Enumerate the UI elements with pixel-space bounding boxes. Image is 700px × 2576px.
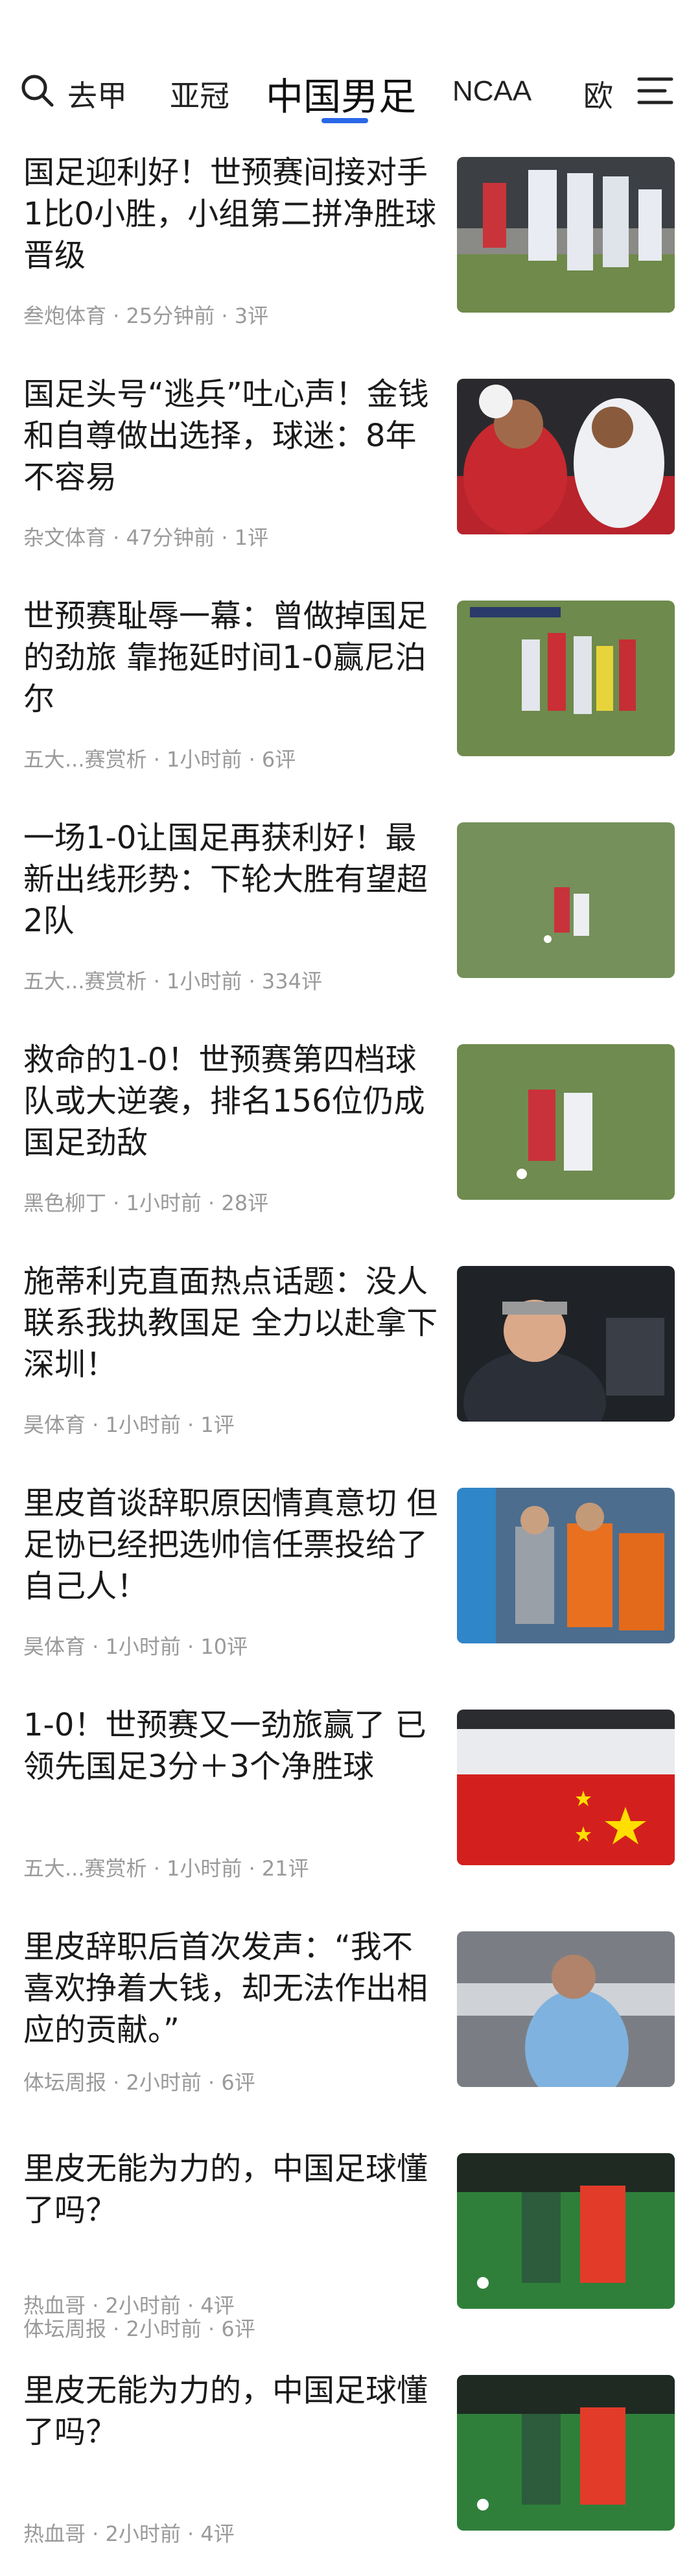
active-tab-indicator [321,118,368,123]
news-meta: 杂文体育 · 47分钟前 · 1评 [23,525,269,550]
news-thumbnail[interactable] [457,1044,675,1200]
news-thumbnail[interactable] [457,822,675,978]
news-item[interactable]: 里皮辞职后首次发声：“我不喜欢挣着大钱，却无法作出相应的贡献。” 体坛周报 · … [0,1911,700,2132]
tab-qujia[interactable]: 去甲 [67,73,127,115]
news-title[interactable]: 国足迎利好！世预赛间接对手1比0小胜，小组第二拼净胜球晋级 [23,152,438,276]
news-title[interactable]: 里皮无能为力的，中国足球懂了吗？ [23,2370,438,2453]
menu-icon[interactable] [636,75,674,106]
news-item[interactable]: 1-0！世预赛又一劲旅赢了 已领先国足3分＋3个净胜球 五大...赛赏析 · 1… [0,1689,700,1911]
news-item[interactable]: 里皮无能为力的，中国足球懂了吗？ 热血哥 · 2小时前 · 4评 体坛周报 · … [0,2132,700,2354]
news-title[interactable]: 救命的1-0！世预赛第四档球队或大逆袭，排名156位仍成国足劲敌 [23,1039,438,1163]
news-meta: 五大...赛赏析 · 1小时前 · 21评 [23,1856,309,1881]
news-title[interactable]: 世预赛耻辱一幕：曾做掉国足的劲旅 靠拖延时间1-0赢尼泊尔 [23,595,438,720]
news-thumbnail[interactable] [457,2153,675,2309]
search-icon[interactable] [19,73,56,109]
news-thumbnail[interactable] [457,601,675,756]
news-item[interactable]: 一场1-0让国足再获利好！最新出线形势：下轮大胜有望超2队 五大...赛赏析 ·… [0,802,700,1023]
news-thumbnail[interactable] [457,379,675,534]
news-title[interactable]: 一场1-0让国足再获利好！最新出线形势：下轮大胜有望超2队 [23,817,438,942]
news-thumbnail[interactable] [457,1931,675,2087]
news-meta: 黑色柳丁 · 1小时前 · 28评 [23,1191,269,1215]
news-item[interactable]: 国足迎利好！世预赛间接对手1比0小胜，小组第二拼净胜球晋级 叁炮体育 · 25分… [0,136,700,358]
news-meta: 热血哥 · 2小时前 · 4评 [23,2522,235,2546]
news-item[interactable]: 里皮首谈辞职原因情真意切 但足协已经把选帅信任票投给了自己人！ 昊体育 · 1小… [0,1467,700,1689]
news-title[interactable]: 里皮首谈辞职原因情真意切 但足协已经把选帅信任票投给了自己人！ [23,1483,438,1607]
news-meta: 昊体育 · 1小时前 · 1评 [23,1413,235,1437]
news-item[interactable]: 国足头号“逃兵”吐心声！金钱和自尊做出选择，球迷：8年不容易 杂文体育 · 47… [0,358,700,580]
news-thumbnail[interactable] [457,1266,675,1422]
news-thumbnail[interactable] [457,1488,675,1643]
news-meta: 体坛周报 · 2小时前 · 6评 [23,2070,255,2095]
news-title[interactable]: 施蒂利克直面热点话题：没人联系我执教国足 全力以赴拿下深圳！ [23,1261,438,1385]
news-meta: 五大...赛赏析 · 1小时前 · 6评 [23,747,296,772]
tab-yaguan[interactable]: 亚冠 [170,73,229,115]
news-item[interactable]: 施蒂利克直面热点话题：没人联系我执教国足 全力以赴拿下深圳！ 昊体育 · 1小时… [0,1245,700,1467]
news-title[interactable]: 里皮无能为力的，中国足球懂了吗？ [23,2148,438,2231]
news-meta: 昊体育 · 1小时前 · 10评 [23,1634,248,1659]
top-nav: 去甲 亚冠 中国男足 NCAA 欧 [0,0,700,136]
news-title[interactable]: 1-0！世预赛又一劲旅赢了 已领先国足3分＋3个净胜球 [23,1704,438,1787]
news-thumbnail[interactable] [457,1710,675,1865]
news-title[interactable]: 里皮辞职后首次发声：“我不喜欢挣着大钱，却无法作出相应的贡献。” [23,1926,438,2051]
news-meta-overlap: 体坛周报 · 2小时前 · 6评 [23,2317,255,2341]
tab-europe[interactable]: 欧 [583,73,613,115]
news-item[interactable]: 世预赛耻辱一幕：曾做掉国足的劲旅 靠拖延时间1-0赢尼泊尔 五大...赛赏析 ·… [0,580,700,802]
tab-china-men-football[interactable]: 中国男足 [266,66,416,121]
news-meta: 五大...赛赏析 · 1小时前 · 334评 [23,969,322,994]
news-meta: 叁炮体育 · 25分钟前 · 3评 [23,304,269,328]
tab-ncaa[interactable]: NCAA [452,75,531,108]
news-thumbnail[interactable] [457,157,675,313]
news-title[interactable]: 国足头号“逃兵”吐心声！金钱和自尊做出选择，球迷：8年不容易 [23,374,438,498]
news-item[interactable]: 里皮无能为力的，中国足球懂了吗？ 热血哥 · 2小时前 · 4评 [0,2354,700,2576]
news-item[interactable]: 救命的1-0！世预赛第四档球队或大逆袭，排名156位仍成国足劲敌 黑色柳丁 · … [0,1023,700,1245]
news-thumbnail[interactable] [457,2375,675,2531]
